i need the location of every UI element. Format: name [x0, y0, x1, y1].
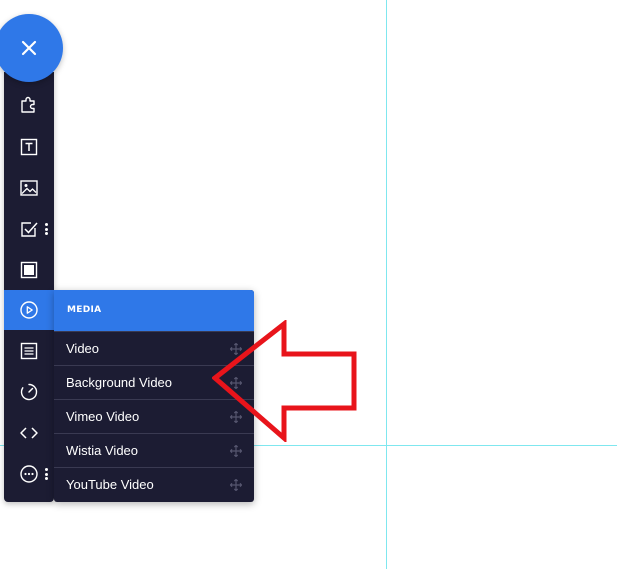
tool-options-icon[interactable] — [45, 223, 48, 235]
annotation-arrow — [212, 320, 357, 442]
tool-more[interactable] — [4, 454, 54, 494]
close-icon — [21, 40, 37, 56]
tool-countdown[interactable] — [4, 372, 54, 412]
tool-media[interactable] — [4, 290, 54, 330]
more-circle-icon — [20, 465, 38, 483]
media-item-label: Vimeo Video — [66, 409, 140, 424]
square-block-icon — [20, 261, 38, 279]
tool-text[interactable] — [4, 127, 54, 167]
media-item-youtube-video[interactable]: YouTube Video — [54, 467, 254, 501]
vertical-guide-line — [386, 0, 387, 569]
move-handle-icon[interactable] — [230, 479, 242, 491]
tool-widgets[interactable] — [4, 84, 54, 124]
tool-options-icon[interactable] — [45, 468, 48, 480]
move-handle-icon[interactable] — [230, 445, 242, 457]
media-item-label: Background Video — [66, 375, 173, 390]
media-item-label: Video — [66, 341, 100, 356]
media-item-label: YouTube Video — [66, 477, 154, 492]
list-doc-icon — [20, 342, 38, 360]
element-toolbar — [4, 72, 54, 502]
text-box-icon — [20, 138, 38, 156]
tool-code[interactable] — [4, 413, 54, 453]
tool-section[interactable] — [4, 250, 54, 290]
play-circle-icon — [20, 301, 38, 319]
tool-form[interactable] — [4, 209, 54, 249]
timer-icon — [20, 383, 38, 401]
puzzle-icon — [21, 96, 35, 113]
tool-image[interactable] — [4, 168, 54, 208]
checkbox-icon — [21, 222, 38, 237]
code-icon — [20, 427, 38, 439]
tool-content[interactable] — [4, 331, 54, 371]
image-icon — [20, 180, 38, 196]
media-item-label: Wistia Video — [66, 443, 139, 458]
